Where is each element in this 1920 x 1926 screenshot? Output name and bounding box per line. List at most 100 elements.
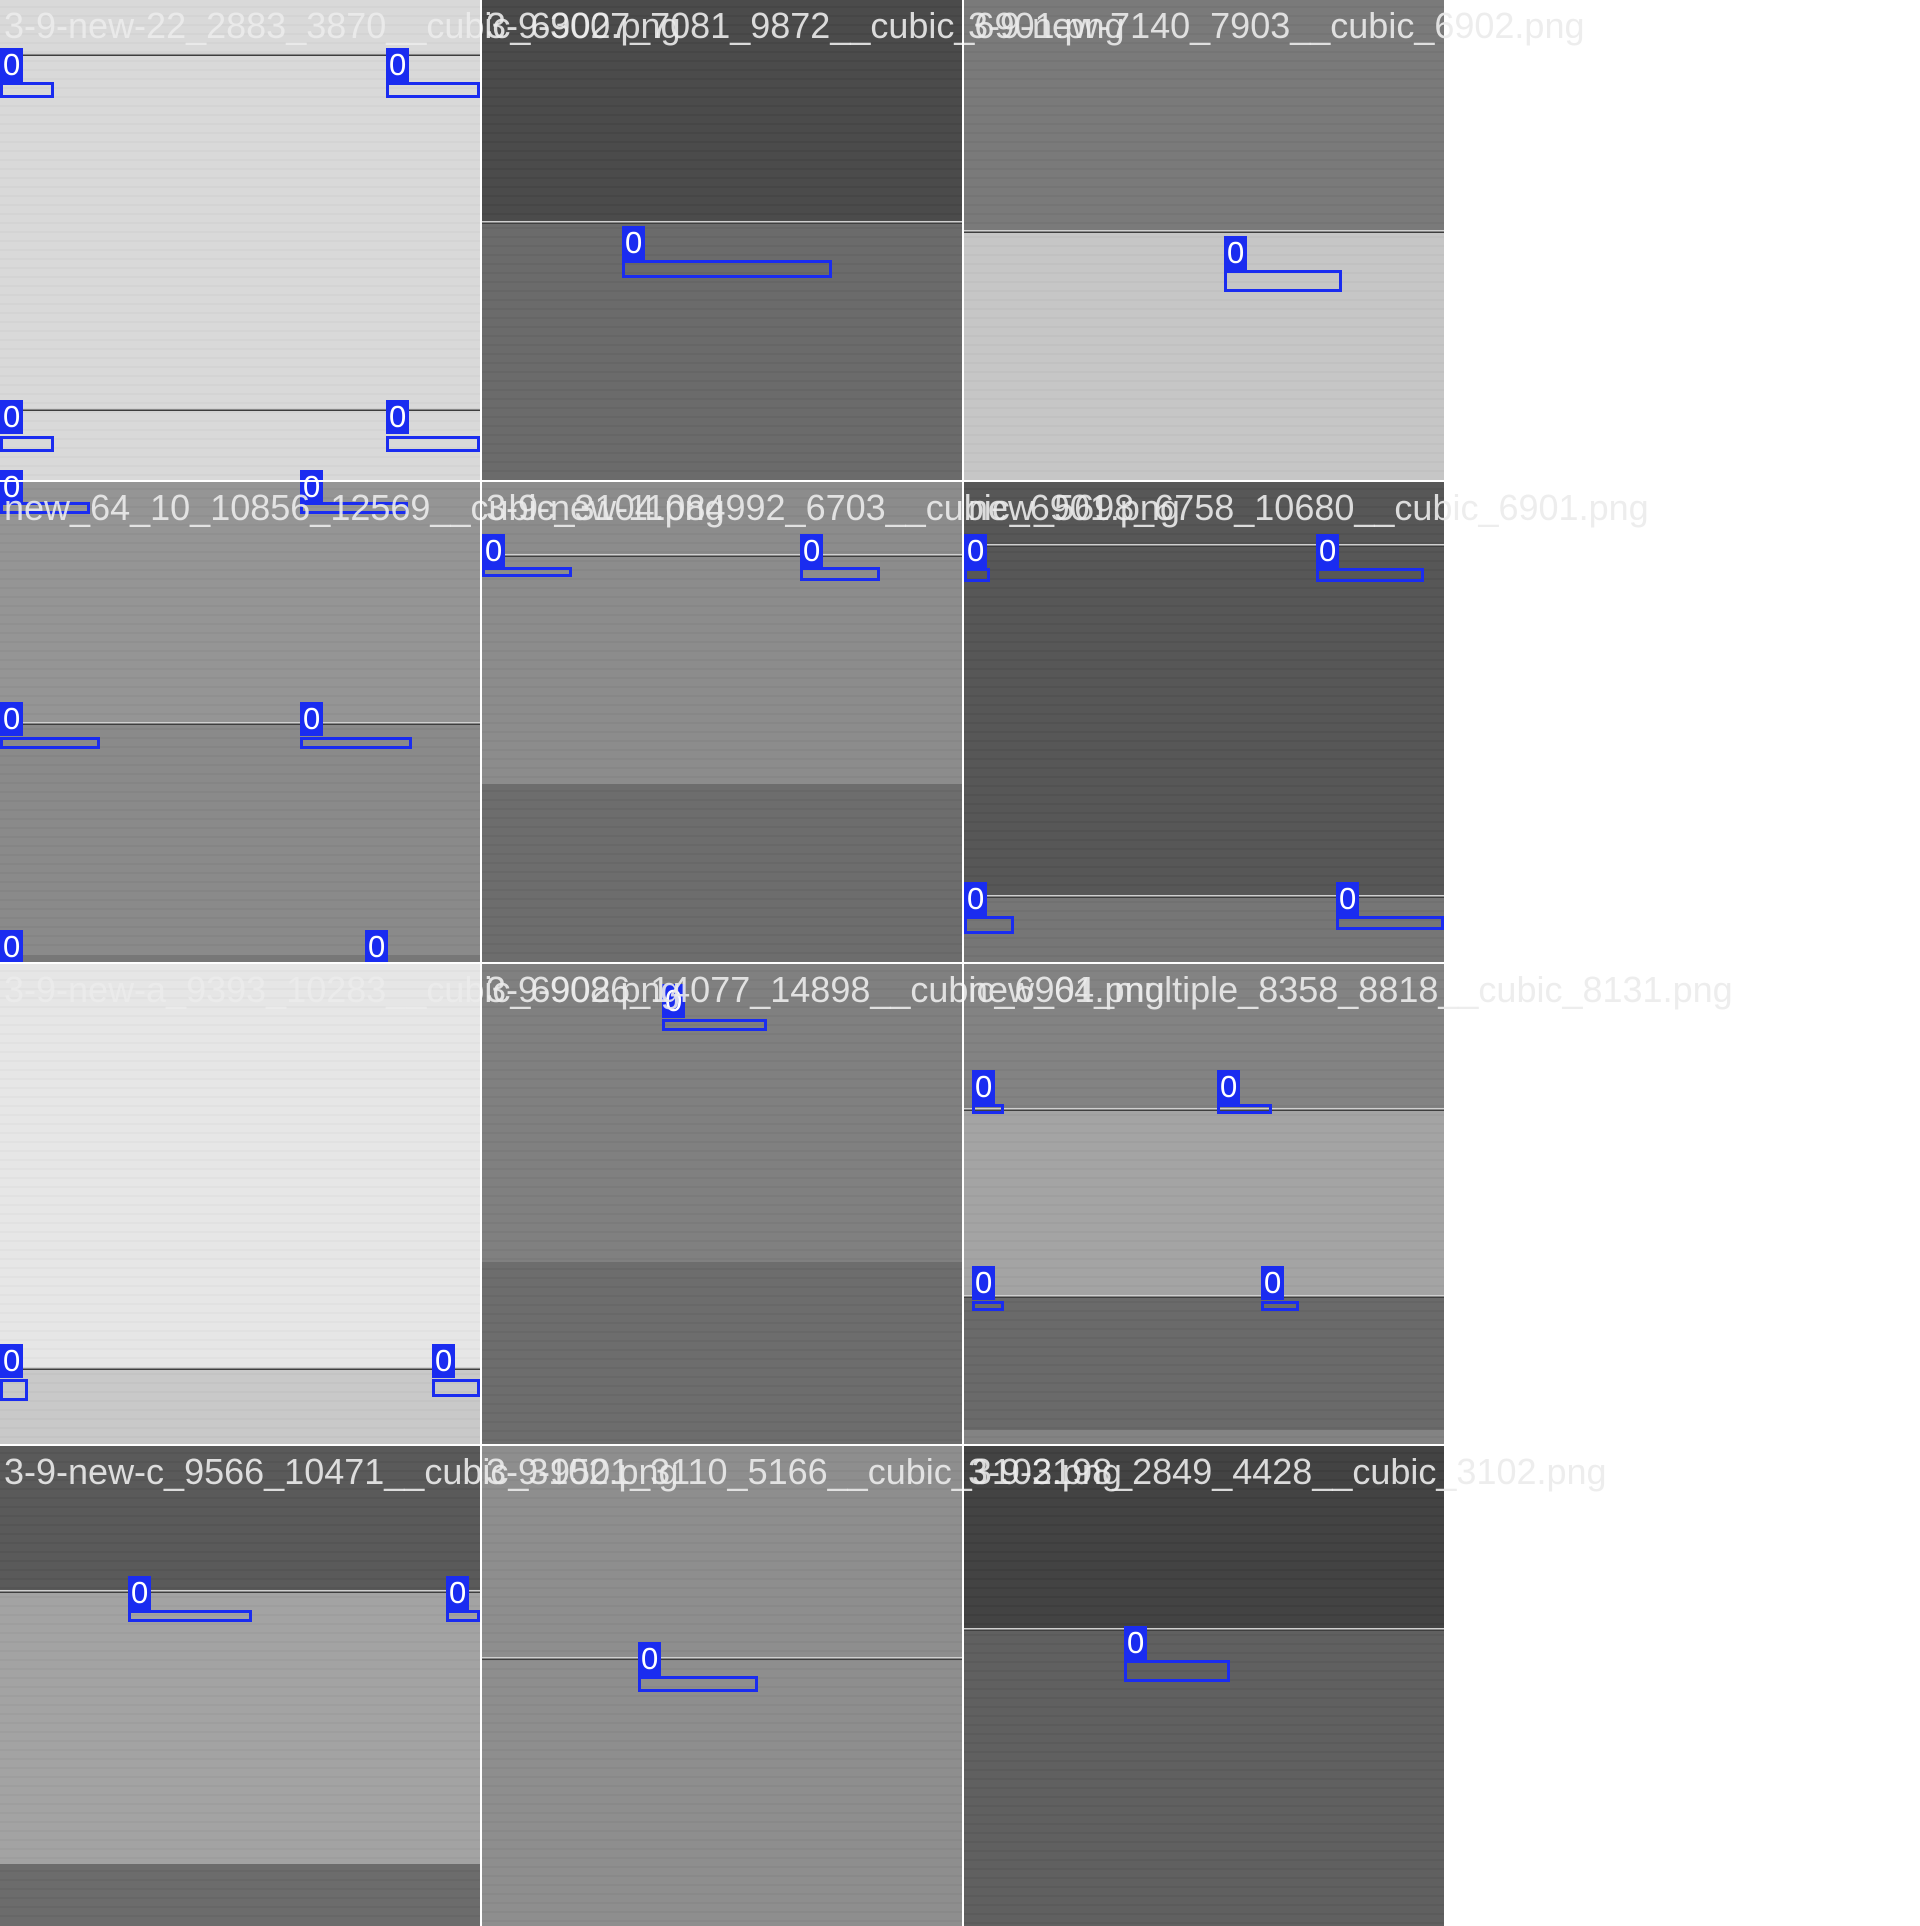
mosaic-tile: 0 0 0 0 0 0 [0,470,480,987]
texture-stripe [482,1704,962,1706]
texture-stripe [482,1560,962,1562]
texture-stripe [964,767,1444,769]
texture-stripe [482,1096,962,1098]
texture-stripe [0,1285,480,1287]
texture-stripe [482,758,962,760]
texture-stripe [0,1123,480,1125]
texture-stripe [0,330,480,332]
texture-stripe [964,1310,1444,1312]
texture-stripe [964,1373,1444,1375]
texture-stripe [0,755,480,757]
mosaic-tile: 0 [964,0,1444,480]
texture-stripe [0,1114,480,1116]
texture-stripe [482,614,962,616]
texture-stripe [482,416,962,418]
texture-stripe [482,1123,962,1125]
texture-stripe [482,1497,962,1499]
texture-stripe [964,875,1444,877]
texture-stripe [964,901,1444,903]
texture-stripe [482,425,962,427]
detection-box [300,737,412,749]
class-label-tag: 0 [622,226,646,260]
texture-stripe [964,434,1444,436]
texture-stripe [482,141,962,143]
detection-box [964,568,990,582]
texture-stripe [0,872,480,874]
texture-stripe [964,1285,1444,1287]
texture-stripe [0,1204,480,1206]
texture-stripe [482,1114,962,1116]
texture-stripe [0,1578,480,1580]
texture-stripe [964,1841,1444,1843]
texture-stripe [964,177,1444,179]
texture-stripe [0,1087,480,1089]
texture-stripe [0,997,480,999]
texture-stripe [0,294,480,296]
texture-stripe [0,1391,480,1393]
detection-box [0,82,54,98]
texture-stripe [964,641,1444,643]
texture-stripe [482,1231,962,1233]
texture-stripe [0,1659,480,1661]
texture-stripe [482,353,962,355]
image-band [0,954,480,962]
texture-stripe [482,1776,962,1778]
texture-stripe [0,1506,480,1508]
class-label-tag: 0 [964,882,988,916]
texture-stripe [964,1587,1444,1589]
texture-stripe [0,1400,480,1402]
texture-stripe [964,254,1444,256]
texture-stripe [0,321,480,323]
texture-stripe [482,799,962,801]
detection-box [446,1610,480,1622]
texture-stripe [964,1159,1444,1161]
texture-stripe [482,159,962,161]
texture-stripe [964,551,1444,553]
texture-stripe [964,632,1444,634]
texture-stripe [482,1358,962,1360]
texture-stripe [964,1877,1444,1879]
class-label-tag: 0 [446,1576,470,1610]
texture-stripe [964,677,1444,679]
texture-stripe [964,443,1444,445]
texture-stripe [482,186,962,188]
texture-stripe [482,898,962,900]
texture-stripe [964,1355,1444,1357]
texture-stripe [964,1177,1444,1179]
texture-stripe [482,245,962,247]
texture-stripe [0,267,480,269]
detection-box [0,1379,28,1401]
mosaic-tile: 0 [482,964,962,1444]
texture-stripe [482,1839,962,1841]
texture-stripe [964,1634,1444,1636]
texture-stripe [0,1267,480,1269]
texture-stripe [482,1614,962,1616]
texture-stripe [482,677,962,679]
detection-box [432,1379,480,1397]
texture-stripe [964,1515,1444,1517]
texture-stripe [482,1641,962,1643]
texture-stripe [964,1569,1444,1571]
texture-stripe [964,1697,1444,1699]
texture-stripe [482,317,962,319]
texture-stripe [482,87,962,89]
texture-stripe [964,1168,1444,1170]
texture-stripe [482,1249,962,1251]
texture-stripe [0,177,480,179]
texture-stripe [482,1439,962,1441]
texture-stripe [964,1051,1444,1053]
texture-stripe [964,1805,1444,1807]
texture-stripe [0,1213,480,1215]
texture-stripe [964,1114,1444,1116]
texture-stripe [964,488,1444,490]
texture-stripe [964,1382,1444,1384]
texture-stripe [482,853,962,855]
texture-stripe [964,132,1444,134]
texture-stripe [482,24,962,26]
texture-stripe [964,506,1444,508]
texture-stripe [964,857,1444,859]
texture-stripe [482,1848,962,1850]
texture-stripe [0,357,480,359]
texture-stripe [482,1295,962,1297]
texture-stripe [0,908,480,910]
